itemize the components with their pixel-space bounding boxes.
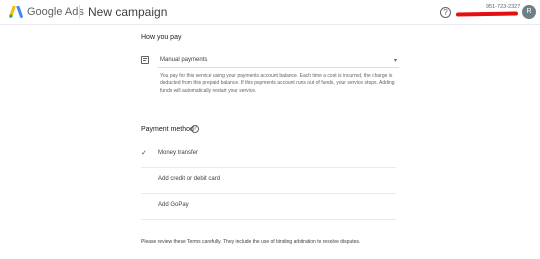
- payment-setting-select[interactable]: Manual payments ▾: [158, 52, 399, 68]
- brand-divider: [79, 5, 80, 19]
- top-app-bar: Google Ads New campaign ? 951-723-2327 R: [0, 0, 540, 25]
- payment-method-label: Money transfer: [158, 150, 199, 156]
- checkmark-icon: ✓: [141, 150, 147, 157]
- main-content: How you pay Manual payments ▾ You pay fo…: [0, 26, 540, 259]
- terms-text: Please review these Terms carefully. The…: [141, 239, 361, 245]
- help-circle-icon[interactable]: ?: [191, 125, 199, 133]
- chevron-down-icon: ▾: [393, 58, 397, 64]
- page-title: New campaign: [88, 5, 168, 19]
- avatar[interactable]: R: [522, 5, 536, 19]
- brand-name[interactable]: Google Ads: [27, 6, 84, 18]
- google-ads-logo[interactable]: [9, 6, 23, 18]
- payment-method-label: Add credit or debit card: [158, 176, 221, 182]
- payment-method-title: Payment method: [141, 126, 194, 133]
- payment-method-label: Add GoPay: [158, 202, 189, 208]
- how-you-pay-title: How you pay: [141, 34, 182, 41]
- payment-method-list: ✓ Money transfer Add credit or debit car…: [141, 142, 396, 220]
- help-icon[interactable]: ?: [440, 7, 451, 18]
- payment-method-money-transfer[interactable]: ✓ Money transfer: [141, 142, 396, 168]
- payment-setting-value: Manual payments: [160, 57, 208, 63]
- payment-method-add-gopay[interactable]: Add GoPay: [141, 194, 396, 220]
- payment-method-add-card[interactable]: Add credit or debit card: [141, 168, 396, 194]
- account-id: 951-723-2327: [486, 4, 521, 10]
- redaction-mark: [455, 11, 519, 17]
- calendar-icon: [141, 56, 149, 64]
- payment-setting-description: You pay for this service using your paym…: [160, 73, 395, 94]
